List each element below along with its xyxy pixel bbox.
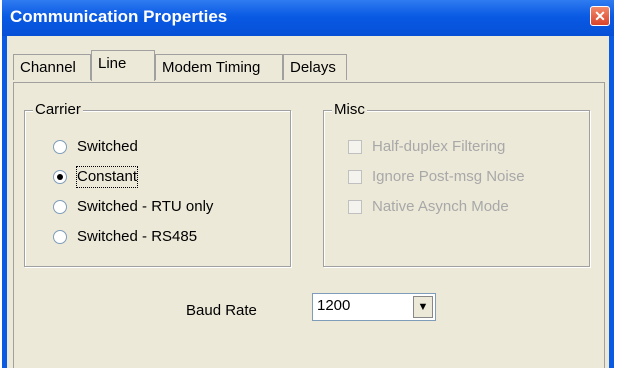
radio-button[interactable]	[53, 230, 67, 244]
option-label: Constant	[75, 166, 139, 188]
tab-channel[interactable]: Channel	[13, 54, 91, 80]
tab-label: Delays	[290, 59, 336, 76]
misc-option-native-asynch-mode: Native Asynch Mode	[348, 197, 578, 217]
option-label: Ignore Post-msg Noise	[372, 168, 525, 185]
tab-label: Line	[98, 55, 127, 72]
radio-button[interactable]	[53, 170, 67, 184]
carrier-option-switched[interactable]: Switched	[53, 137, 253, 157]
tab-line[interactable]: Line	[91, 50, 155, 81]
option-label: Switched - RTU only	[77, 198, 214, 215]
misc-group-label: Misc	[332, 101, 367, 118]
tab-delays[interactable]: Delays	[283, 54, 347, 80]
chevron-down-icon[interactable]: ▼	[413, 296, 433, 318]
title-bar[interactable]: Communication Properties ✕	[2, 0, 614, 36]
misc-option-half-duplex-filtering: Half-duplex Filtering	[348, 137, 578, 157]
checkbox	[348, 170, 362, 184]
carrier-group-label: Carrier	[33, 101, 83, 118]
carrier-option-constant[interactable]: Constant	[53, 166, 253, 188]
window-title: Communication Properties	[10, 7, 228, 26]
checkbox	[348, 140, 362, 154]
baud-rate-select[interactable]: 1200 ▼	[312, 293, 436, 321]
dialog-body: Channel Line Modem Timing Delays Carrier…	[7, 36, 609, 368]
radio-selected-dot	[57, 174, 63, 180]
dialog-window: Communication Properties ✕ Channel Line …	[2, 0, 614, 368]
misc-option-ignore-post-msg-noise: Ignore Post-msg Noise	[348, 167, 578, 187]
line-tab-panel: Carrier Switched Constant Switched - RTU…	[13, 82, 605, 368]
baud-rate-value: 1200	[317, 297, 351, 314]
option-label: Switched	[77, 138, 138, 155]
baud-rate-label: Baud Rate	[186, 302, 257, 319]
carrier-group: Carrier Switched Constant Switched - RTU…	[24, 101, 291, 267]
option-label: Half-duplex Filtering	[372, 138, 506, 155]
misc-group: Misc Half-duplex Filtering Ignore Post-m…	[323, 101, 590, 267]
carrier-option-switched-rtu-only[interactable]: Switched - RTU only	[53, 197, 273, 217]
option-label: Switched - RS485	[77, 228, 198, 245]
close-button[interactable]: ✕	[590, 6, 610, 26]
close-icon: ✕	[594, 8, 606, 24]
carrier-option-switched-rs485[interactable]: Switched - RS485	[53, 227, 273, 247]
tab-modem-timing[interactable]: Modem Timing	[155, 54, 283, 80]
radio-button[interactable]	[53, 200, 67, 214]
checkbox	[348, 200, 362, 214]
tab-label: Channel	[20, 59, 76, 76]
option-label: Native Asynch Mode	[372, 198, 509, 215]
tab-label: Modem Timing	[162, 59, 261, 76]
radio-button[interactable]	[53, 140, 67, 154]
